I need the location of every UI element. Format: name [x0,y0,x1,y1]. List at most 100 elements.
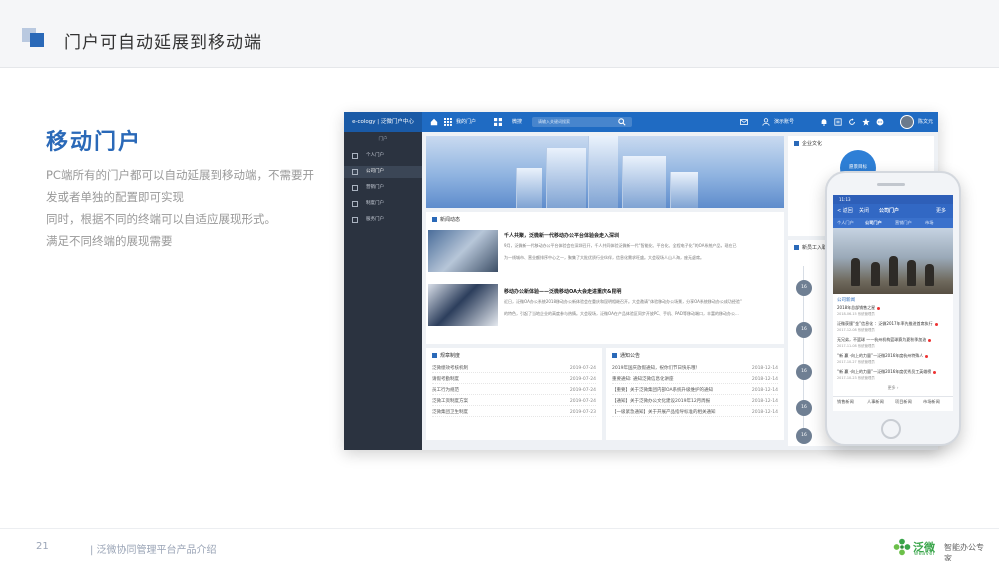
table-row[interactable]: 【一级紧急通知】关于开展产品指导标准的相关通知 2018-12-14 [612,408,778,417]
phone-bottom-tab[interactable]: 项目新闻 [895,399,912,405]
more-button[interactable]: 更多 [936,204,946,218]
star-icon[interactable] [862,118,870,126]
phone-navbar: < 返回 关闭 公司门户 更多 [833,204,953,218]
refresh-icon[interactable] [848,118,856,126]
card-header: 企业文化 [794,140,822,147]
card-title: 新员工入职 [802,245,828,251]
table-row[interactable]: 泛微工资制度方案 2019-07-24 [432,397,596,406]
row-title: 泛微工资制度方案 [432,399,468,404]
tab-company[interactable]: 公司门户 [865,218,882,228]
news-summary: 的特色，引起了当地企业的高度参与热情。大会现场，泛微OA在产品体验区同步开放PC… [504,311,739,316]
tab-marketing[interactable]: 营销门户 [895,218,912,228]
building-shape [546,148,586,208]
home-icon[interactable] [430,118,438,126]
news-thumbnail[interactable] [428,230,498,272]
table-row[interactable]: 泛微绩效考核机制 2019-07-24 [432,364,596,373]
back-button[interactable]: < 返回 [837,204,853,218]
list-item[interactable]: 泛微获颁“金”信息化 ：泛微2017年率先推进首席执行 2017-12-08 系统… [837,321,949,332]
table-row[interactable]: 【通知】关于泛微办公文化建设2019年12月周报 2018-12-14 [612,397,778,406]
grid-icon[interactable] [444,118,452,126]
weaver-logo: 泛微 weaver 智能办公专家 [893,536,989,561]
my-portal-menu[interactable]: 我的门户 [456,112,476,132]
phone-mockup: 11:13 < 返回 关闭 公司门户 更多 个人门户 公司门户 营销门户 市场 … [825,171,961,446]
chat-icon[interactable] [876,118,884,126]
item-title: 泛微获颁“金”信息化 ：泛微2017年率先推进首席执行 [837,321,933,326]
user-name[interactable]: 陈文元 [918,112,933,132]
sidebar-header: 门户 [378,137,388,142]
table-row[interactable]: 泛微集团卫生制度 2019-07-23 [432,408,596,417]
phone-bottom-tab[interactable]: 市场新闻 [923,399,940,405]
row-date: 2018-12-14 [751,399,778,404]
hikers-photo[interactable] [833,228,953,294]
list-icon[interactable] [834,118,842,126]
list-item[interactable]: 2018年总部销售之星 2018-06-15 系统管理员 [837,305,949,316]
tab-personal[interactable]: 个人门户 [837,218,854,228]
status-time: 11:13 [833,195,953,204]
table-row[interactable]: 2019年国庆放假通知，祝你们节日快乐哦！ 2018-12-14 [612,364,778,373]
news-thumbnail[interactable] [428,284,498,326]
timeline-date[interactable]: 16 [796,364,812,380]
list-item[interactable]: 无兄弟，不篮球 ——杭州机构篮球赛为夏秋季加油 2017-11-08 系统管理员 [837,337,949,348]
hiker-shape [871,262,880,286]
footer-divider [0,528,999,529]
tab-market[interactable]: 市场 [925,218,933,228]
search-category[interactable]: 微搜 [512,112,522,132]
row-date: 2018-12-14 [751,388,778,393]
search-icon[interactable] [618,118,626,126]
phone-bottom-tab[interactable]: 销售新闻 [837,399,854,405]
home-button[interactable] [881,419,901,439]
close-button[interactable]: 关闭 [859,204,869,218]
sidebar-item-marketing[interactable]: 营销门户 [344,182,422,194]
phone-section-title: 公司新闻 [837,298,855,303]
slide-title: 门户可自动延展到移动端 [64,33,262,53]
row-date: 2019-07-24 [569,377,596,382]
phone-more-link[interactable]: 更多 › [833,385,953,391]
timeline-date[interactable]: 16 [796,400,812,416]
item-meta: 2017-10-23 系统管理员 [837,376,875,380]
item-title: “新 赢 -向上的力量”—泛微2016年度杭州特殊人 [837,353,924,358]
news-title[interactable]: 移动办公新体验——泛微移动OA大会走进重庆&昆明 [504,288,621,295]
portal-brand[interactable]: e-cology | 泛微门户中心 [344,112,422,132]
unread-dot-icon [928,338,932,342]
timeline-date[interactable]: 16 [796,322,812,338]
banner-image [426,136,784,208]
sidebar-item-service[interactable]: 服务门户 [344,214,422,226]
bell-icon[interactable] [820,118,828,126]
table-row[interactable]: 重要通知: 通知泛微信息化讲座 2018-12-14 [612,375,778,384]
logo-en: weaver [914,551,936,557]
footer-text: | 泛微协同管理平台产品介绍 [90,545,217,556]
table-row[interactable]: 员工行为规范 2019-07-24 [432,386,596,395]
news-title[interactable]: 千人共聚，泛微新一代移动办公平台体验会走入深圳 [504,232,619,239]
timeline-date[interactable]: 16 [796,280,812,296]
card-title: 规章制度 [440,353,461,359]
row-date: 2019-07-24 [569,399,596,404]
search-input[interactable]: 请输入关键词搜索 [532,117,632,127]
rules-card: 规章制度 泛微绩效考核机制 2019-07-24 请假考勤制度 2019-07-24 员… [426,348,602,440]
timeline-date[interactable]: 16 [796,428,812,444]
title-mark-front [30,33,44,47]
sidebar-item-company[interactable]: 公司门户 [344,166,422,178]
portal-sidebar: 门户 个人门户 公司门户 营销门户 制度门户 服务门户 [344,132,422,450]
building-shape [670,172,698,208]
table-row[interactable]: 请假考勤制度 2019-07-24 [432,375,596,384]
apps-icon[interactable] [494,118,502,126]
sidebar-item-personal[interactable]: 个人门户 [344,150,422,162]
list-item[interactable]: “新 赢 -向上的力量”—泛微2016年度杭州特殊人 2017-10-27 系统管… [837,353,949,364]
hiker-shape [907,260,916,286]
phone-title: 公司门户 [879,208,900,214]
logo-slogan: 智能办公专家 [944,543,984,561]
phone-bottom-tab[interactable]: 人事新闻 [867,399,884,405]
item-title: 无兄弟，不篮球 ——杭州机构篮球赛为夏秋季加油 [837,337,927,342]
demo-account[interactable]: 演示账号 [774,112,794,132]
news-summary: 近日，泛微OA办公系统2018移动办公新体验会在重庆和昆明相继召开。大会邀请“体… [504,299,742,304]
section-title: 移动门户 [46,130,143,155]
mail-icon[interactable] [740,118,748,126]
hiker-shape [889,256,898,286]
sidebar-item-label: 公司门户 [366,169,384,174]
table-row[interactable]: 【重要】关于泛微集团内部OA系统升级维护的通知 2018-12-14 [612,386,778,395]
user-icon[interactable] [762,118,770,126]
sidebar-item-rules[interactable]: 制度门户 [344,198,422,210]
avatar[interactable] [900,115,914,129]
sidebar-item-label: 个人门户 [366,153,384,158]
list-item[interactable]: “新 赢 -向上的力量”—泛微2016年度优秀员工英雄榜 2017-10-23 系… [837,369,949,380]
